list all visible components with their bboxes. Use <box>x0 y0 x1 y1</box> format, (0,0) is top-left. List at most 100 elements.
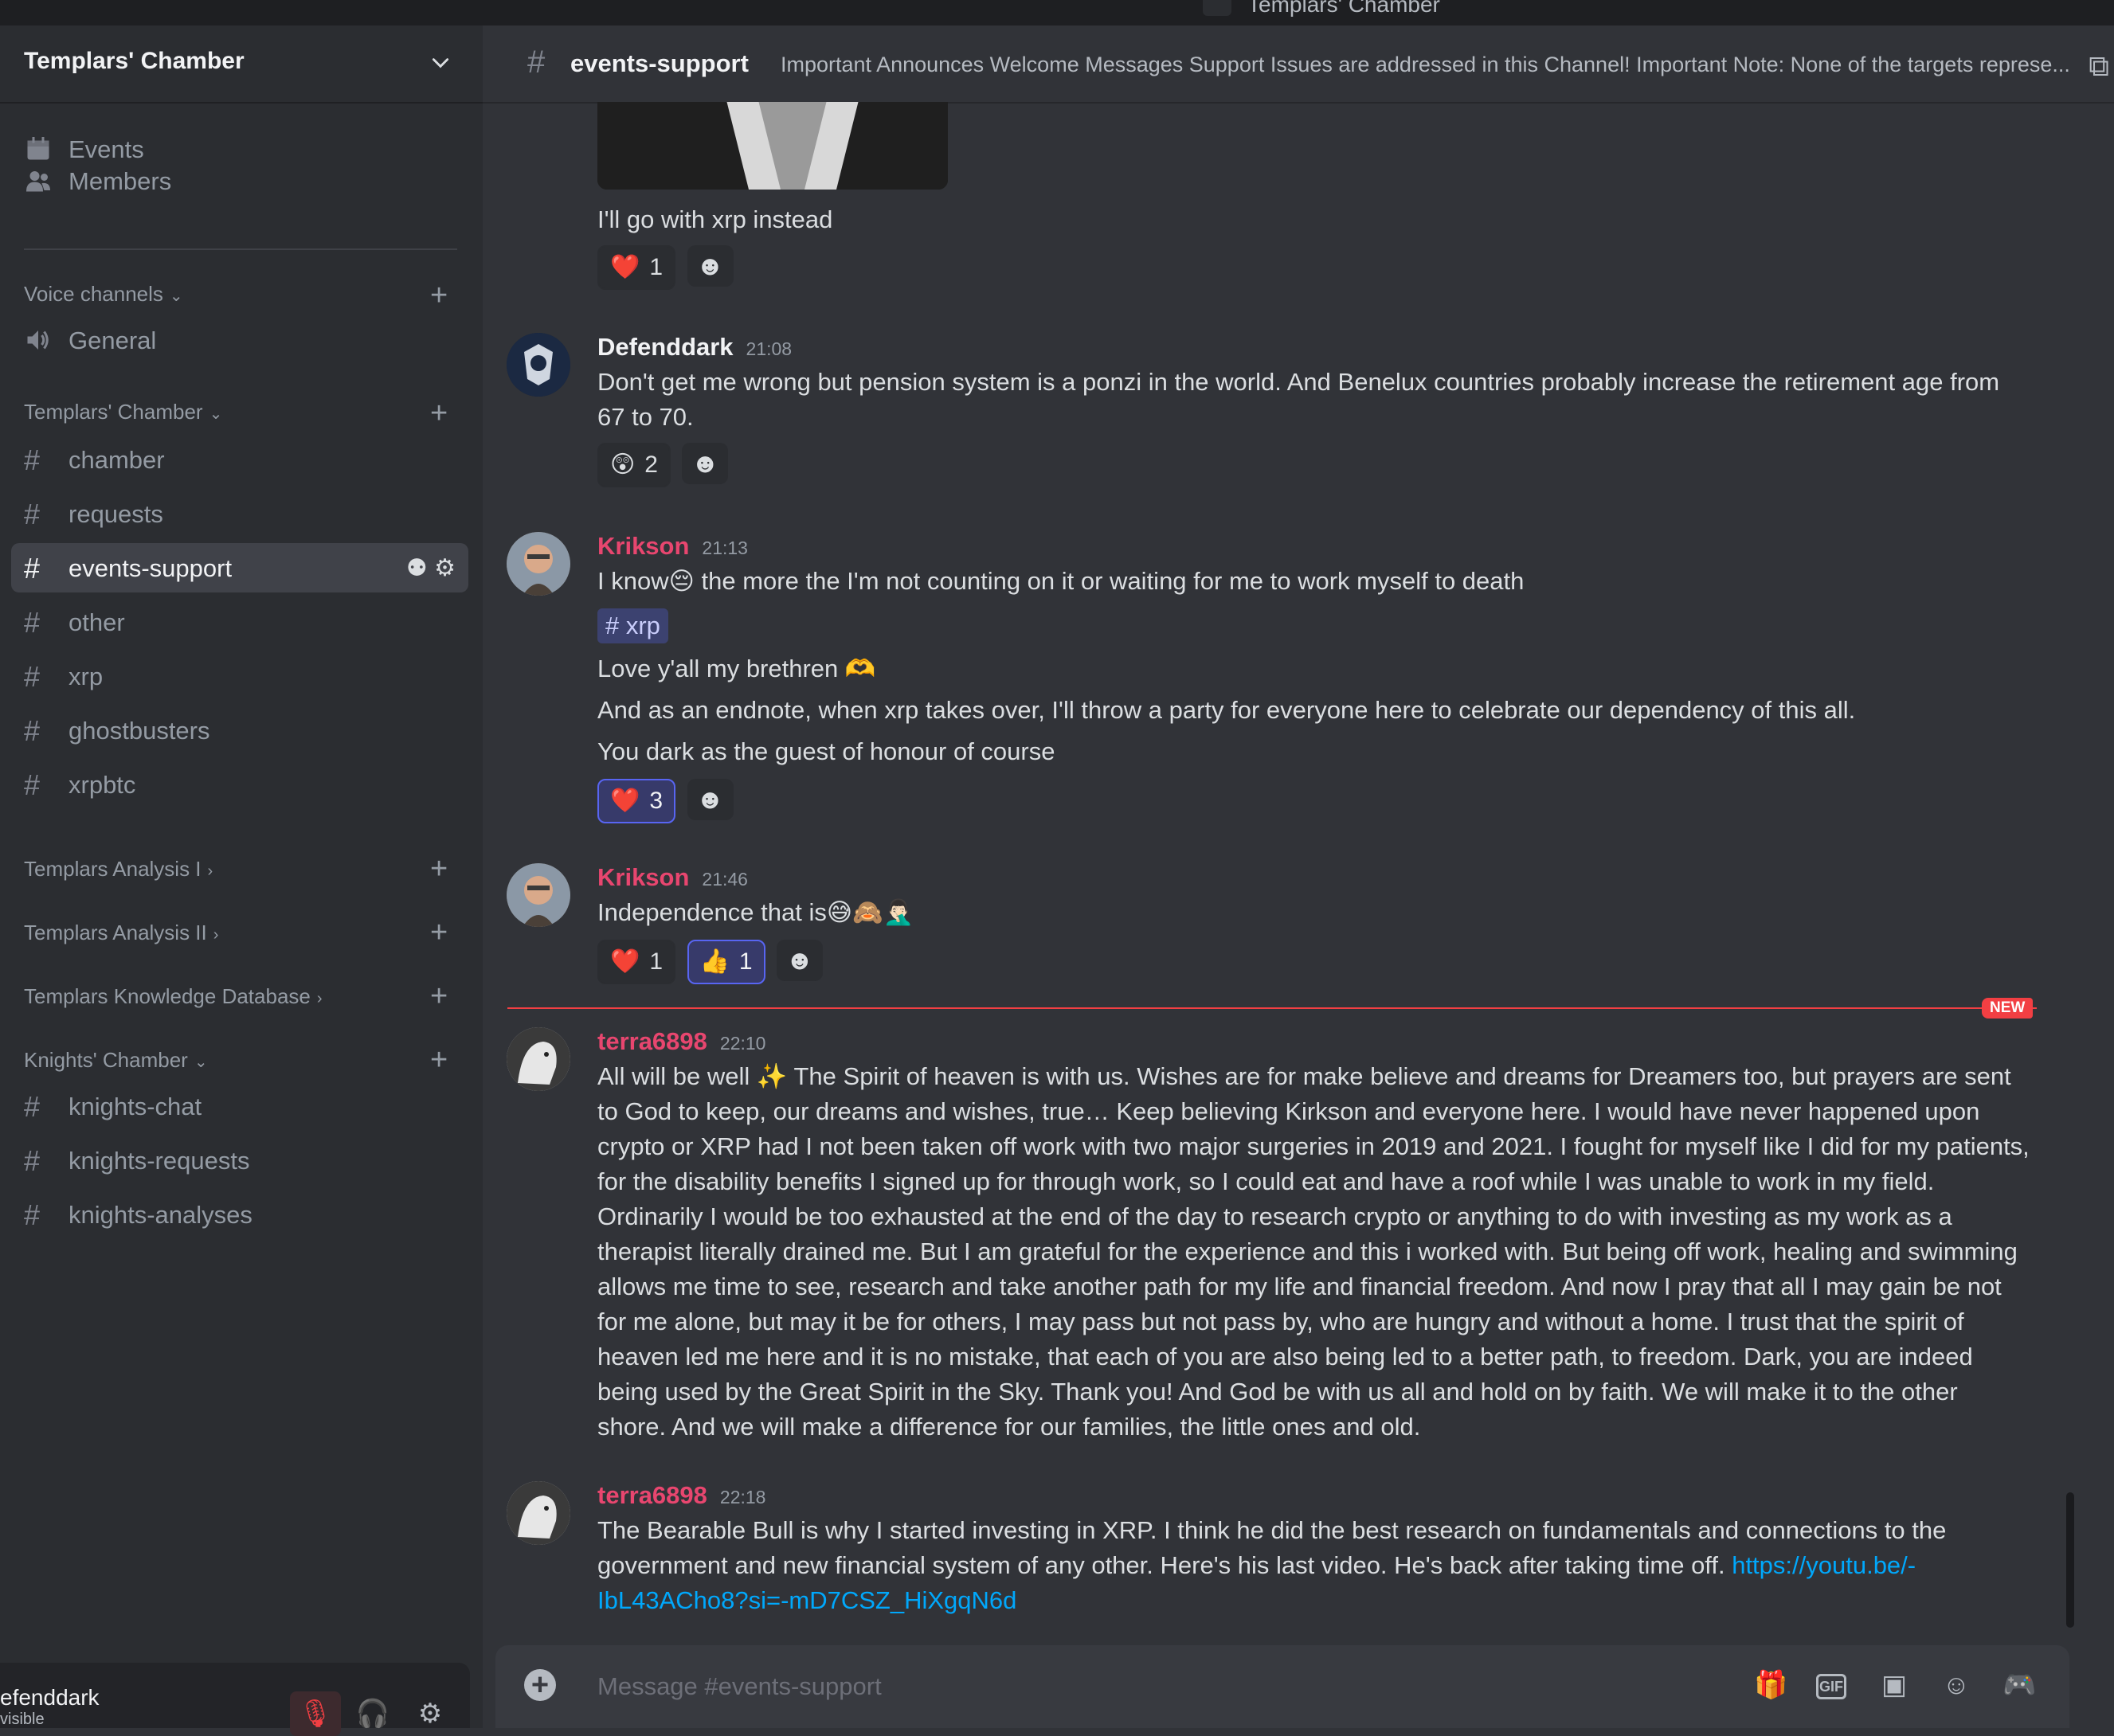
server-header[interactable]: Templars' Chamber <box>0 25 483 104</box>
divider <box>24 248 457 250</box>
category-templars-analysis-1[interactable]: Templars Analysis I › <box>24 857 213 882</box>
astonished-emoji: 😲 <box>610 452 636 478</box>
avatar[interactable] <box>507 532 570 596</box>
add-channel-icon[interactable]: + <box>430 981 448 1011</box>
plus-icon: + <box>530 1668 550 1702</box>
reaction-bar: ❤️ 3 ☻ <box>597 779 734 823</box>
sidebar-item-xrp[interactable]: # xrp <box>11 651 468 701</box>
voice-channel-general[interactable]: General <box>11 315 468 365</box>
sidebar-item-knights-requests[interactable]: # knights-requests <box>11 1136 468 1185</box>
reaction-thumbs-up[interactable]: 👍 1 <box>687 940 765 984</box>
add-channel-icon[interactable]: + <box>430 917 448 948</box>
sidebar-item-chamber[interactable]: # chamber <box>11 435 468 484</box>
sidebar-item-requests[interactable]: # requests <box>11 489 468 538</box>
avatar[interactable] <box>507 1027 570 1091</box>
hashtag-icon: # <box>527 45 546 80</box>
reaction-astonished[interactable]: 😲 2 <box>597 443 671 487</box>
reaction-heart[interactable]: ❤️ 1 <box>597 245 676 290</box>
threads-icon[interactable]: ⧉ <box>2089 49 2109 84</box>
user-settings-button[interactable]: ⚙ <box>405 1691 456 1736</box>
upload-button[interactable]: + <box>524 1669 556 1701</box>
add-channel-icon[interactable]: + <box>430 280 448 311</box>
channel-topic[interactable]: Important Announces Welcome Messages Sup… <box>781 53 2071 77</box>
sidebar-item-other[interactable]: # other <box>11 597 468 647</box>
reaction-bar: 😲 2 ☻ <box>597 443 729 487</box>
scrollbar-thumb[interactable] <box>2066 1492 2074 1628</box>
reaction-heart[interactable]: ❤️ 1 <box>597 940 676 984</box>
gift-button[interactable]: 🎁 <box>1754 1669 1787 1701</box>
author-name: terra6898 <box>597 1481 707 1509</box>
sticker-button[interactable]: ▣ <box>1878 1669 1910 1701</box>
heart-emoji: ❤️ <box>610 254 640 280</box>
image-attachment[interactable] <box>597 102 948 190</box>
channel-mention-wrap: # xrp <box>597 608 2031 643</box>
category-knights-chamber[interactable]: Knights' Chamber ⌄ <box>24 1048 208 1073</box>
chevron-down-icon: ⌄ <box>194 1054 208 1071</box>
gear-icon: ⚙ <box>417 1699 443 1729</box>
category-label: Knights' Chamber <box>24 1048 188 1072</box>
category-templars-knowledge-database[interactable]: Templars Knowledge Database › <box>24 984 323 1009</box>
category-label: Templars Knowledge Database <box>24 984 311 1008</box>
headphones-icon: 🎧 <box>355 1699 390 1729</box>
sidebar-item-xrpbtc[interactable]: # xrpbtc <box>11 760 468 809</box>
avatar[interactable] <box>507 333 570 397</box>
channel-label: knights-analyses <box>69 1201 253 1229</box>
sidebar-item-knights-chat[interactable]: # knights-chat <box>11 1081 468 1131</box>
sidebar-item-label: Members <box>69 167 172 195</box>
add-reaction-button[interactable]: ☻ <box>687 779 734 820</box>
message-author[interactable]: Defenddark 21:08 <box>597 333 792 362</box>
timestamp: 22:18 <box>719 1487 766 1507</box>
message-author[interactable]: Krikson 21:13 <box>597 532 748 561</box>
add-reaction-button[interactable]: ☻ <box>687 245 734 287</box>
message-author[interactable]: terra6898 22:18 <box>597 1481 765 1510</box>
hashtag-icon: # <box>24 1198 41 1231</box>
scrollbar-track[interactable] <box>2065 104 2076 1617</box>
hashtag-icon: # <box>24 1144 41 1177</box>
new-badge: NEW <box>1982 998 2034 1019</box>
sidebar-item-knights-analyses[interactable]: # knights-analyses <box>11 1190 468 1239</box>
gif-button[interactable]: GIF <box>1816 1674 1846 1699</box>
avatar[interactable] <box>507 863 570 927</box>
avatar[interactable] <box>507 1481 570 1545</box>
gear-icon[interactable]: ⚙ <box>434 555 456 581</box>
mute-mic-button[interactable]: 🎙 <box>290 1691 341 1736</box>
username[interactable]: efenddark <box>0 1685 100 1711</box>
hashtag-icon: # <box>24 444 41 476</box>
add-channel-icon[interactable]: + <box>430 398 448 428</box>
sidebar-item-ghostbusters[interactable]: # ghostbusters <box>11 706 468 755</box>
add-reaction-button[interactable]: ☻ <box>777 940 823 981</box>
category-voice-channels[interactable]: Voice channels ⌄ <box>24 282 183 307</box>
invite-members-icon[interactable]: ⚉ <box>406 555 428 581</box>
sidebar-item-events-support[interactable]: # events-support ⚉ ⚙ <box>11 543 468 592</box>
add-reaction-button[interactable]: ☻ <box>682 443 729 484</box>
deafen-button[interactable]: 🎧 <box>347 1691 398 1736</box>
reaction-bar: ❤️ 1 👍 1 ☻ <box>597 940 823 984</box>
author-name: terra6898 <box>597 1027 707 1055</box>
user-status: visible <box>0 1711 45 1728</box>
category-templars-chamber[interactable]: Templars' Chamber ⌄ <box>24 400 222 424</box>
thumbs-up-emoji: 👍 <box>699 948 730 975</box>
sticker-icon: ▣ <box>1881 1670 1908 1700</box>
message-author[interactable]: terra6898 22:10 <box>597 1027 765 1056</box>
message-author[interactable]: Krikson 21:46 <box>597 863 748 892</box>
category-templars-analysis-2[interactable]: Templars Analysis II › <box>24 921 218 945</box>
reaction-count: 3 <box>649 788 664 814</box>
add-channel-icon[interactable]: + <box>430 1045 448 1075</box>
author-name: Defenddark <box>597 333 734 361</box>
message-input[interactable]: Message #events-support <box>597 1672 882 1701</box>
timestamp: 21:13 <box>702 538 748 558</box>
heart-emoji: ❤️ <box>610 788 640 814</box>
channel-mention[interactable]: # xrp <box>597 608 668 643</box>
sidebar-item-members[interactable]: Members <box>11 156 468 205</box>
message-text: I know😔 the more the I'm not counting on… <box>597 567 1525 595</box>
window-title: Templars' Chamber <box>1247 0 1440 17</box>
emoji-button[interactable]: ☺ <box>1940 1669 1972 1701</box>
channel-label: xrpbtc <box>69 771 136 799</box>
activities-button[interactable]: 🎮 <box>2002 1669 2036 1701</box>
category-label: Voice channels <box>24 282 163 306</box>
add-channel-icon[interactable]: + <box>430 854 448 884</box>
reaction-heart[interactable]: ❤️ 3 <box>597 779 676 823</box>
new-messages-divider <box>507 1007 2037 1009</box>
channel-label: events-support <box>69 554 233 582</box>
category-label: Templars Analysis II <box>24 921 207 944</box>
